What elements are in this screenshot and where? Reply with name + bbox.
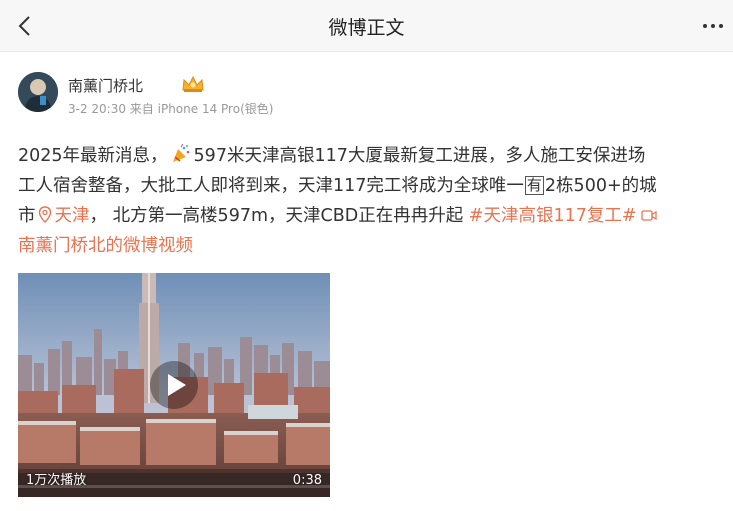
post-timestamp-source: 3-2 20:30 来自 iPhone 14 Pro(银色) xyxy=(68,102,274,116)
page-title: 微博正文 xyxy=(328,17,405,39)
location-pin-icon xyxy=(38,206,51,223)
play-icon[interactable] xyxy=(149,360,199,410)
avatar[interactable] xyxy=(18,72,58,112)
post-line-3: 市 天津， 北方第一高楼597m，天津CBD正在冉冉升起 #天津高银117复工# xyxy=(18,201,728,231)
video-duration: 0:38 xyxy=(292,473,322,488)
location-link[interactable]: 天津 xyxy=(55,206,90,226)
party-popper-icon xyxy=(172,144,189,162)
top-navbar: 微博正文 xyxy=(0,0,733,52)
video-view-count: 1万次播放 xyxy=(26,473,87,488)
post-line-1: 2025年最新消息， 597米天津高银117大厦最新复工进展，多人施工安保进场 xyxy=(18,144,646,166)
post-author-header: 南薰门桥北 3-2 20:30 来自 iPhone 14 Pro(银色) xyxy=(18,72,718,118)
weibo-video-link[interactable]: 南薰门桥北的微博视频 xyxy=(18,236,193,256)
post-line-2: 工人宿舍整备，大批工人即将到来，天津117完工将成为全球唯一有 2栋500+的城 xyxy=(18,176,657,196)
post-text: 2025年最新消息， 597米天津高银117大厦最新复工进展，多人施工安保进场 … xyxy=(18,141,728,261)
video-player[interactable]: 1万次播放 0:38 xyxy=(18,273,330,497)
boxed-char: 有 xyxy=(524,176,544,195)
author-name[interactable]: 南薰门桥北 xyxy=(68,75,143,96)
video-camera-icon xyxy=(640,210,657,221)
hashtag-link[interactable]: #天津高银117复工# xyxy=(469,206,637,226)
more-dots-icon[interactable] xyxy=(699,12,727,40)
crown-icon xyxy=(182,75,204,92)
post-line-4: 南薰门桥北的微博视频 xyxy=(18,231,728,261)
